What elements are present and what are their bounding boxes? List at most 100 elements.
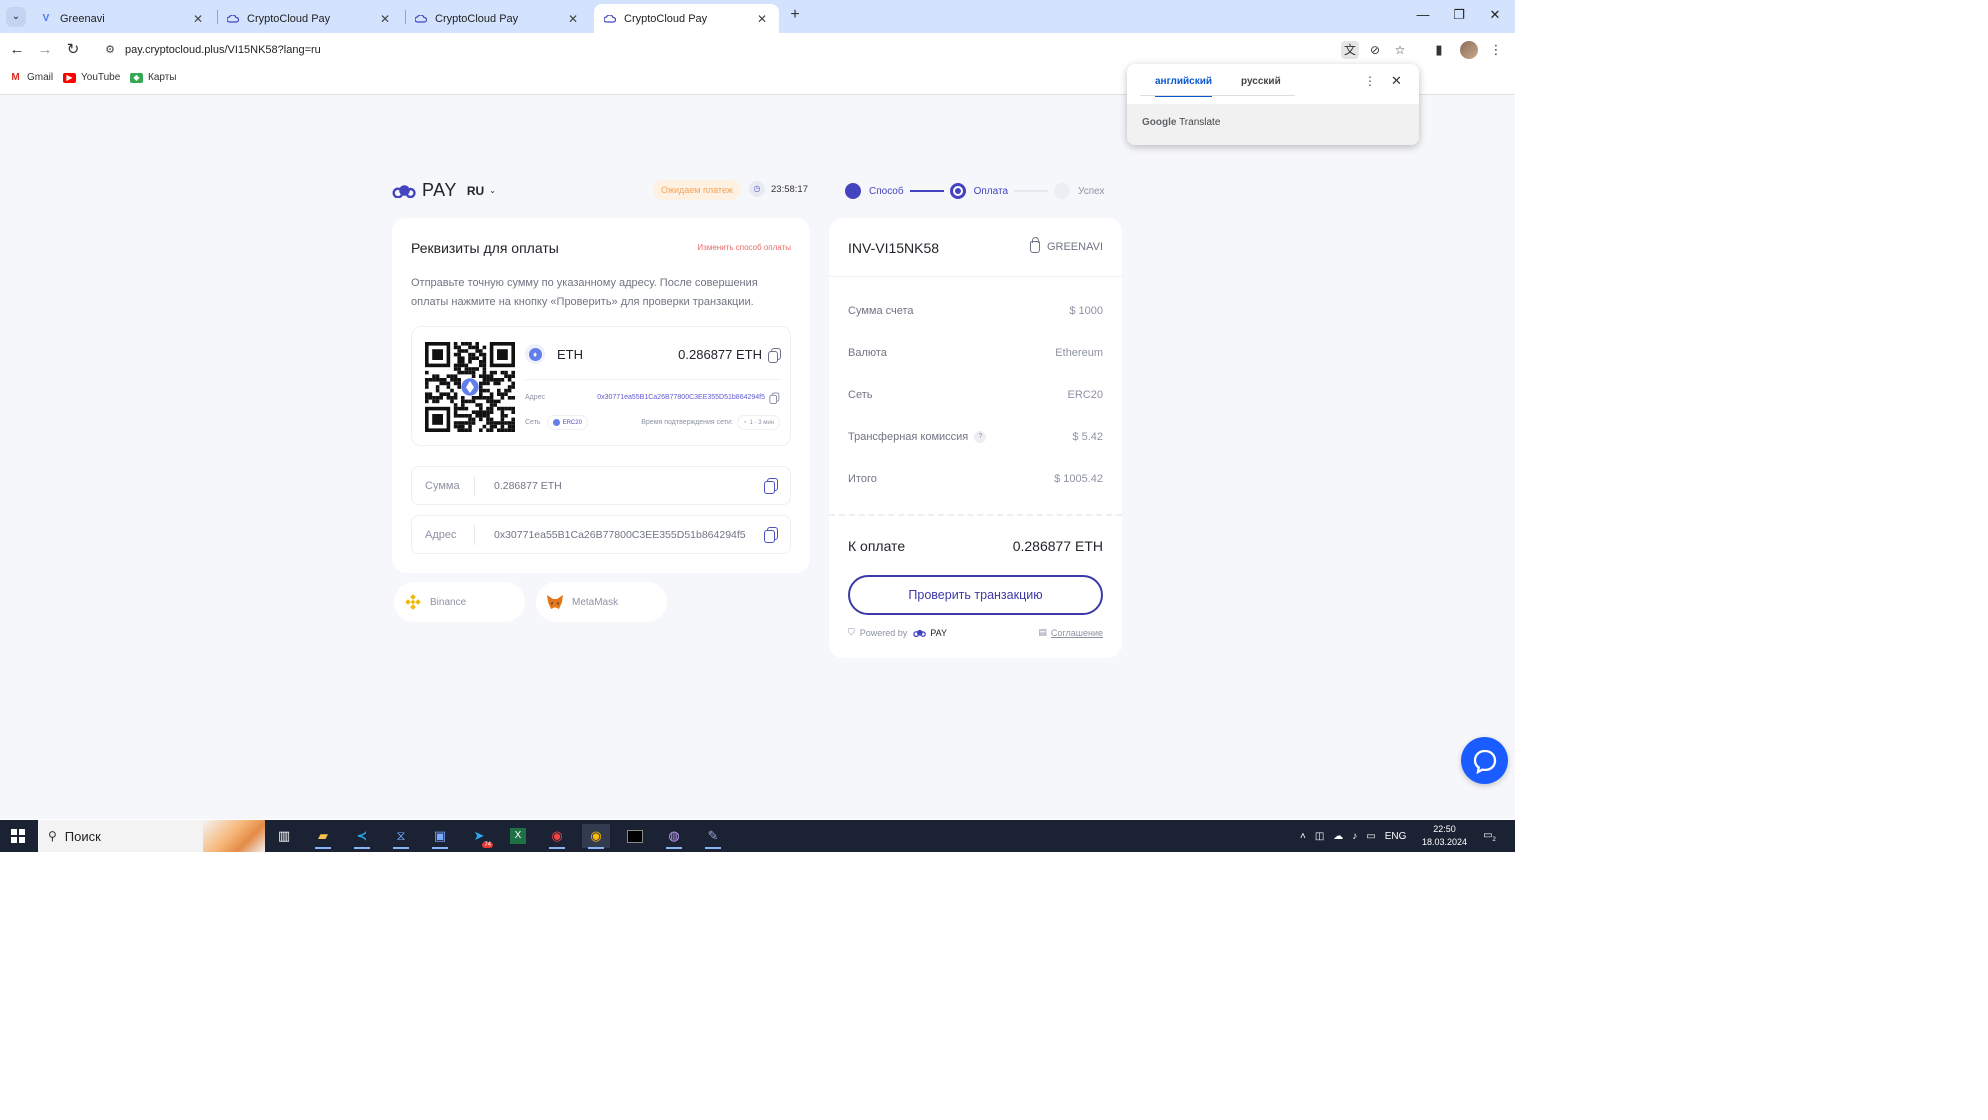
copy-icon[interactable] (764, 527, 778, 543)
chrome-icon[interactable]: ◉ (543, 824, 571, 849)
cryptocloud-logo: PAY RU ⌄ (392, 180, 496, 201)
address-bar[interactable]: ⚙ pay.cryptocloud.plus/VI15NK58?lang=ru (95, 37, 1370, 62)
shop-label: GREENAVI (1046, 241, 1103, 253)
eye-off-icon[interactable]: ⊘ (1366, 41, 1384, 59)
close-icon[interactable]: ✕ (1391, 73, 1402, 89)
to-pay-label: К оплате (848, 538, 906, 554)
row-label: Сеть (848, 389, 873, 401)
chat-widget-button[interactable] (1461, 737, 1508, 784)
close-tab-icon[interactable]: ✕ (191, 12, 205, 26)
step-dot-method (845, 183, 861, 199)
tab-greenavi[interactable]: V Greenavi ✕ (30, 4, 215, 33)
tab-search-button[interactable]: ⌄ (6, 7, 26, 27)
chrome-active-icon[interactable]: ◉ (582, 824, 610, 849)
more-options-icon[interactable]: ⋮ (1364, 74, 1376, 88)
wallet-binance-button[interactable]: Binance (394, 582, 525, 622)
translate-tab-source[interactable]: английский (1155, 76, 1213, 97)
tab-cryptocloud-active[interactable]: CryptoCloud Pay ✕ (594, 4, 779, 33)
check-transaction-button[interactable]: Проверить транзакцию (848, 575, 1103, 615)
bookmark-youtube[interactable]: ▶ YouTube (63, 72, 120, 83)
invoice-id: INV-VI15NK58 (848, 240, 940, 256)
row-label: Трансферная комиссия (848, 431, 969, 443)
system-tray: ˄ ◫ ☁ ♪ ▭ ENG (1300, 820, 1406, 852)
network-icon[interactable]: ▭ (1366, 831, 1375, 842)
taskbar-clock[interactable]: 22:50 18.03.2024 (1422, 823, 1467, 849)
bookmark-gmail[interactable]: M Gmail (9, 72, 53, 83)
tab-title: CryptoCloud Pay (247, 12, 331, 25)
camera-icon[interactable]: ◫ (1315, 831, 1324, 842)
close-tab-icon[interactable]: ✕ (566, 12, 580, 26)
bookmark-star-icon[interactable]: ☆ (1391, 41, 1409, 59)
tab-cryptocloud-2[interactable]: CryptoCloud Pay ✕ (405, 4, 590, 33)
app-icon[interactable]: ⧖ (387, 824, 415, 849)
row-label: Итого (848, 473, 877, 485)
translate-tab-target[interactable]: русский (1241, 76, 1281, 95)
file-explorer-icon[interactable]: ▰ (309, 824, 337, 849)
ethereum-icon (552, 419, 560, 426)
taskbar-search[interactable]: ⚲ Поиск (38, 820, 265, 852)
windows-start-icon[interactable] (11, 829, 25, 843)
language-selector[interactable]: RU (467, 184, 484, 198)
status-badge: Ожидаем платеж (653, 180, 741, 200)
translate-footer: Google Translate (1127, 104, 1419, 145)
search-icon: ⚲ (48, 829, 57, 843)
excel-icon[interactable]: X (504, 824, 532, 848)
bookmark-label: YouTube (81, 72, 121, 83)
more-menu-icon[interactable]: ⋮ (1487, 41, 1505, 59)
back-button[interactable]: ← (6, 39, 28, 61)
network-chip: ERC20 (546, 415, 588, 430)
floppy-app-icon[interactable]: ▣ (426, 824, 454, 849)
minimize-button[interactable]: — (1405, 4, 1441, 26)
vscode-icon[interactable]: ≺ (348, 824, 376, 849)
task-view-icon[interactable]: ▥ (270, 824, 298, 848)
paint-icon[interactable]: ✎ (699, 824, 727, 849)
close-tab-icon[interactable]: ✕ (755, 12, 769, 26)
network-value: ERC20 (562, 419, 582, 426)
address-field: Адрес 0x30771ea55B1Ca26B77800C3EE355D51b… (411, 515, 791, 554)
network-label: Сеть (525, 419, 541, 426)
bookmark-maps[interactable]: ◆ Карты (130, 72, 177, 83)
binance-icon (404, 593, 422, 611)
chevron-down-icon[interactable]: ⌄ (489, 186, 496, 195)
sum-field: Сумма 0.286877 ETH (411, 466, 791, 505)
close-window-button[interactable]: ✕ (1477, 4, 1513, 26)
translate-icon[interactable]: 文 (1341, 41, 1359, 59)
tab-cryptocloud-1[interactable]: CryptoCloud Pay ✕ (217, 4, 402, 33)
wallet-metamask-button[interactable]: MetaMask (536, 582, 667, 622)
copy-icon[interactable] (768, 347, 781, 363)
copy-icon[interactable] (769, 392, 780, 404)
volume-icon[interactable]: ♪ (1352, 831, 1357, 842)
help-icon[interactable]: ? (974, 431, 987, 443)
input-language[interactable]: ENG (1385, 831, 1407, 842)
dashed-divider (829, 514, 1122, 516)
row-value: $ 1005.42 (1054, 473, 1103, 485)
reload-button[interactable]: ↻ (62, 39, 84, 61)
change-method-link[interactable]: Изменить способ оплаты (697, 243, 791, 252)
side-panel-icon[interactable]: ▮ (1430, 41, 1448, 59)
restore-button[interactable]: ❐ (1441, 4, 1477, 26)
qr-code[interactable] (425, 342, 515, 432)
powered-by: ⛉ Powered by PAY (848, 627, 947, 638)
profile-avatar[interactable] (1460, 41, 1478, 59)
maps-icon: ◆ (130, 72, 143, 83)
telegram-icon[interactable]: ➤ 74 (465, 824, 493, 848)
notifications-icon[interactable]: ▭2 (1481, 827, 1498, 844)
payment-details-card: Реквизиты для оплаты Изменить способ опл… (392, 218, 810, 573)
terminal-icon[interactable] (621, 824, 649, 848)
copy-icon[interactable] (764, 478, 778, 494)
countdown-timer: ◷ 23:58:17 (749, 181, 808, 197)
site-info-icon[interactable]: ⚙ (101, 43, 119, 56)
search-placeholder: Поиск (64, 828, 101, 844)
cloud-icon[interactable]: ☁ (1333, 831, 1343, 842)
forward-button[interactable]: → (34, 39, 56, 61)
agreement-link[interactable]: ▤ Соглашение (1038, 627, 1103, 638)
close-tab-icon[interactable]: ✕ (378, 12, 392, 26)
chevron-up-icon[interactable]: ˄ (1300, 831, 1306, 842)
gmail-icon: M (11, 71, 20, 83)
step-label-method: Способ (869, 185, 904, 197)
progress-steps: Способ Оплата Успех (845, 183, 1104, 199)
payment-description: Отправьте точную сумму по указанному адр… (411, 277, 758, 308)
github-icon[interactable]: ◍ (660, 824, 688, 849)
new-tab-button[interactable]: + (785, 5, 805, 25)
cryptocloud-favicon-icon (227, 13, 239, 25)
